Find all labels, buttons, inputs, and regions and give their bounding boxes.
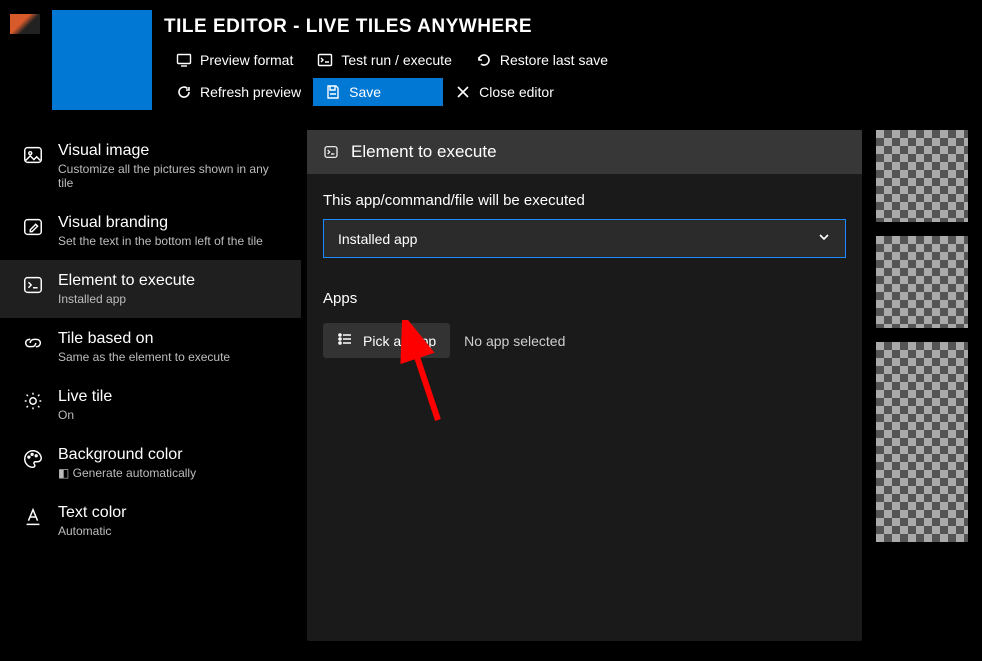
size-previews bbox=[876, 130, 968, 641]
toolbar-label: Save bbox=[349, 84, 381, 100]
main-panel: Element to execute This app/command/file… bbox=[307, 130, 862, 641]
apps-label: Apps bbox=[323, 290, 846, 307]
sidebar-item-title: Background color bbox=[58, 446, 196, 464]
sidebar-item-title: Visual branding bbox=[58, 214, 263, 232]
sidebar-item-title: Live tile bbox=[58, 388, 112, 406]
sidebar-item-background-color[interactable]: Background color ◧ Generate automaticall… bbox=[0, 434, 301, 492]
save-icon bbox=[325, 84, 341, 100]
sidebar-item-title: Text color bbox=[58, 504, 126, 522]
edit-icon bbox=[22, 216, 44, 238]
panel-header: Element to execute bbox=[307, 130, 862, 174]
sidebar-item-sub: Automatic bbox=[58, 524, 126, 538]
sidebar-item-sub: Installed app bbox=[58, 292, 195, 306]
tile-preview bbox=[52, 10, 152, 110]
test-run-button[interactable]: Test run / execute bbox=[305, 46, 464, 74]
toolbar-label: Close editor bbox=[479, 84, 554, 100]
app-logo-icon bbox=[10, 14, 40, 34]
monitor-icon bbox=[176, 52, 192, 68]
refresh-icon bbox=[176, 84, 192, 100]
close-editor-button[interactable]: Close editor bbox=[443, 78, 566, 106]
panel-title: Element to execute bbox=[351, 142, 497, 162]
no-app-selected-text: No app selected bbox=[464, 333, 565, 349]
toolbar-label: Preview format bbox=[200, 52, 293, 68]
sidebar-item-visual-branding[interactable]: Visual branding Set the text in the bott… bbox=[0, 202, 301, 260]
titlebar: TILE EDITOR - LIVE TILES ANYWHERE Previe… bbox=[0, 0, 982, 110]
execute-type-combo[interactable]: Installed app bbox=[323, 219, 846, 258]
sun-icon bbox=[22, 390, 44, 412]
undo-icon bbox=[476, 52, 492, 68]
section-label: This app/command/file will be executed bbox=[323, 192, 846, 209]
sidebar-item-tile-based-on[interactable]: Tile based on Same as the element to exe… bbox=[0, 318, 301, 376]
sidebar-item-element-to-execute[interactable]: Element to execute Installed app bbox=[0, 260, 301, 318]
toolbar: Preview format Test run / execute Restor… bbox=[164, 46, 972, 106]
sidebar-item-title: Element to execute bbox=[58, 272, 195, 290]
toolbar-label: Test run / execute bbox=[341, 52, 452, 68]
sidebar-item-visual-image[interactable]: Visual image Customize all the pictures … bbox=[0, 130, 301, 202]
sidebar-item-sub: Set the text in the bottom left of the t… bbox=[58, 234, 263, 248]
preview-wide[interactable] bbox=[876, 342, 968, 542]
restore-button[interactable]: Restore last save bbox=[464, 46, 620, 74]
sidebar-item-title: Visual image bbox=[58, 142, 285, 160]
sidebar-item-sub: On bbox=[58, 408, 112, 422]
terminal-icon bbox=[323, 144, 339, 160]
app-title: TILE EDITOR - LIVE TILES ANYWHERE bbox=[164, 16, 972, 38]
sidebar-item-sub: Same as the element to execute bbox=[58, 350, 230, 364]
combo-value: Installed app bbox=[338, 231, 417, 247]
pick-an-app-button[interactable]: Pick an app bbox=[323, 323, 450, 358]
preview-format-button[interactable]: Preview format bbox=[164, 46, 305, 74]
image-icon bbox=[22, 144, 44, 166]
sidebar-item-live-tile[interactable]: Live tile On bbox=[0, 376, 301, 434]
toolbar-label: Refresh preview bbox=[200, 84, 301, 100]
execute-icon bbox=[317, 52, 333, 68]
close-icon bbox=[455, 84, 471, 100]
sidebar-item-title: Tile based on bbox=[58, 330, 230, 348]
sidebar-item-text-color[interactable]: Text color Automatic bbox=[0, 492, 301, 550]
preview-medium[interactable] bbox=[876, 236, 968, 328]
link-icon bbox=[22, 332, 44, 354]
text-color-icon bbox=[22, 506, 44, 528]
palette-icon bbox=[22, 448, 44, 470]
preview-small[interactable] bbox=[876, 130, 968, 222]
chevron-down-icon bbox=[817, 230, 831, 247]
sidebar-item-sub: ◧ Generate automatically bbox=[58, 466, 196, 480]
terminal-icon bbox=[22, 274, 44, 296]
pick-button-label: Pick an app bbox=[363, 333, 436, 349]
save-button[interactable]: Save bbox=[313, 78, 443, 106]
sidebar: Visual image Customize all the pictures … bbox=[0, 110, 301, 661]
toolbar-label: Restore last save bbox=[500, 52, 608, 68]
list-icon bbox=[337, 331, 353, 350]
refresh-preview-button[interactable]: Refresh preview bbox=[164, 78, 313, 106]
sidebar-item-sub: Customize all the pictures shown in any … bbox=[58, 162, 285, 190]
